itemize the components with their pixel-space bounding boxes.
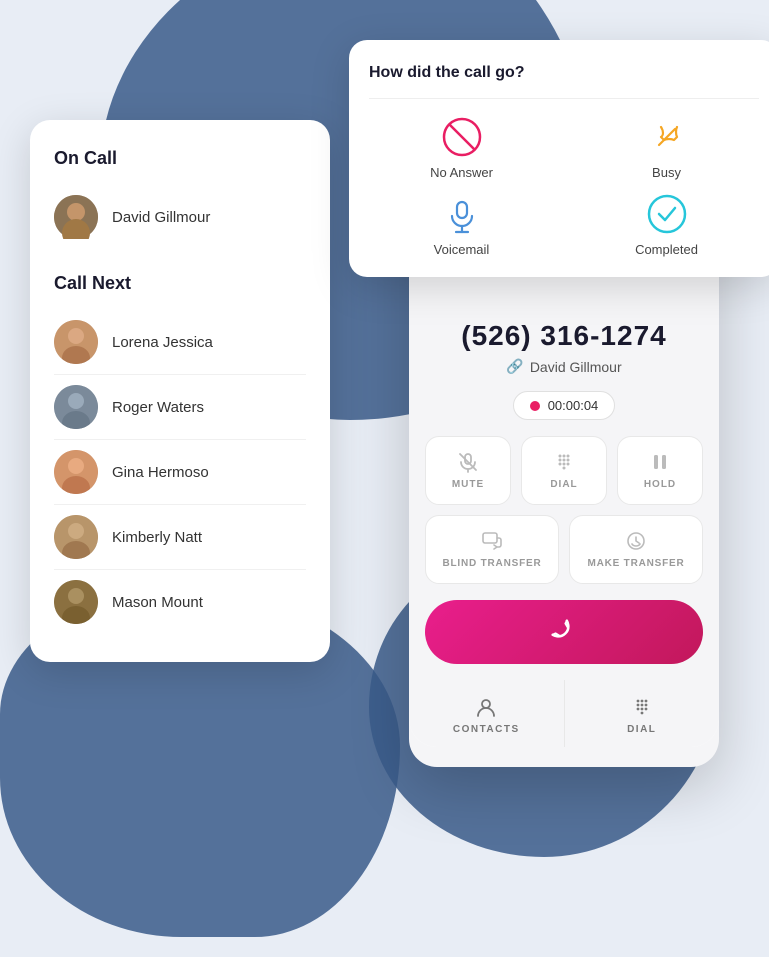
nav-dial[interactable]: DIAL [565, 680, 720, 747]
controls-row-1: MUTE DI [425, 436, 703, 505]
avatar-roger [54, 385, 98, 429]
on-call-contact-name: David Gillmour [112, 209, 210, 226]
transfer-row: BLIND TRANSFER MAKE TRANSFER [425, 515, 703, 584]
no-answer-label: No Answer [430, 165, 493, 180]
popup-divider [369, 98, 759, 99]
contact-gina-name: Gina Hermoso [112, 464, 209, 481]
timer-badge: 00:00:04 [513, 391, 616, 420]
mute-button[interactable]: MUTE [425, 436, 511, 505]
external-link-icon: 🔗 [506, 358, 523, 375]
blind-transfer-button[interactable]: BLIND TRANSFER [425, 515, 559, 584]
caller-name-row: 🔗 David Gillmour [429, 358, 699, 375]
contact-gina[interactable]: Gina Hermoso [54, 440, 306, 505]
nav-dial-icon [631, 696, 653, 718]
contact-roger-name: Roger Waters [112, 399, 204, 416]
make-transfer-button[interactable]: MAKE TRANSFER [569, 515, 703, 584]
contact-mason-name: Mason Mount [112, 594, 203, 611]
phone-number: (526) 316-1274 [429, 320, 699, 352]
contact-roger[interactable]: Roger Waters [54, 375, 306, 440]
popup-title: How did the call go? [369, 64, 759, 82]
on-call-section: On Call David Gillmour [54, 148, 306, 249]
on-call-contact[interactable]: David Gillmour [54, 185, 306, 249]
popup-options: No Answer Busy [369, 115, 759, 257]
option-no-answer[interactable]: No Answer [369, 115, 554, 180]
timer-display: 00:00:04 [548, 398, 599, 413]
busy-icon [645, 115, 689, 159]
record-indicator [530, 401, 540, 411]
voicemail-icon [440, 192, 484, 236]
avatar-david [54, 195, 98, 239]
phone-card: How did the call go? No Answer [409, 140, 719, 767]
contacts-label: CONTACTS [453, 724, 520, 735]
contact-kimberly-name: Kimberly Natt [112, 529, 202, 546]
option-busy[interactable]: Busy [574, 115, 759, 180]
hold-button[interactable]: HOLD [617, 436, 703, 505]
dial-button[interactable]: DIAL [521, 436, 607, 505]
hangup-button[interactable] [425, 600, 703, 664]
make-transfer-label: MAKE TRANSFER [587, 558, 684, 569]
option-completed[interactable]: Completed [574, 192, 759, 257]
nav-contacts[interactable]: CONTACTS [409, 680, 564, 747]
hold-icon [649, 451, 671, 473]
left-panel: On Call David Gillmour Call Next Lorena … [30, 120, 330, 662]
avatar-kimberly [54, 515, 98, 559]
timer-row: 00:00:04 [429, 391, 699, 420]
call-next-section: Call Next Lorena Jessica Roger Waters Gi… [54, 273, 306, 634]
blind-transfer-icon [481, 530, 503, 552]
contact-kimberly[interactable]: Kimberly Natt [54, 505, 306, 570]
avatar-lorena [54, 320, 98, 364]
bottom-nav: CONTACTS DIAL [409, 680, 719, 747]
on-call-title: On Call [54, 148, 306, 169]
call-result-popup: How did the call go? No Answer [349, 40, 769, 277]
contact-lorena[interactable]: Lorena Jessica [54, 310, 306, 375]
caller-name: David Gillmour [530, 359, 622, 375]
controls-area: MUTE DI [409, 420, 719, 584]
blind-transfer-label: BLIND TRANSFER [443, 558, 542, 569]
contact-mason[interactable]: Mason Mount [54, 570, 306, 634]
hangup-icon [544, 612, 584, 652]
no-answer-icon [440, 115, 484, 159]
completed-label: Completed [635, 242, 698, 257]
contact-lorena-name: Lorena Jessica [112, 334, 213, 351]
nav-dial-label: DIAL [627, 724, 656, 735]
dial-label: DIAL [550, 479, 577, 490]
mute-icon [457, 451, 479, 473]
mute-label: MUTE [452, 479, 484, 490]
contacts-icon [475, 696, 497, 718]
avatar-gina [54, 450, 98, 494]
hold-label: HOLD [644, 479, 676, 490]
avatar-mason [54, 580, 98, 624]
call-next-title: Call Next [54, 273, 306, 294]
completed-icon [645, 192, 689, 236]
dial-icon [553, 451, 575, 473]
voicemail-label: Voicemail [434, 242, 490, 257]
option-voicemail[interactable]: Voicemail [369, 192, 554, 257]
make-transfer-icon [625, 530, 647, 552]
busy-label: Busy [652, 165, 681, 180]
